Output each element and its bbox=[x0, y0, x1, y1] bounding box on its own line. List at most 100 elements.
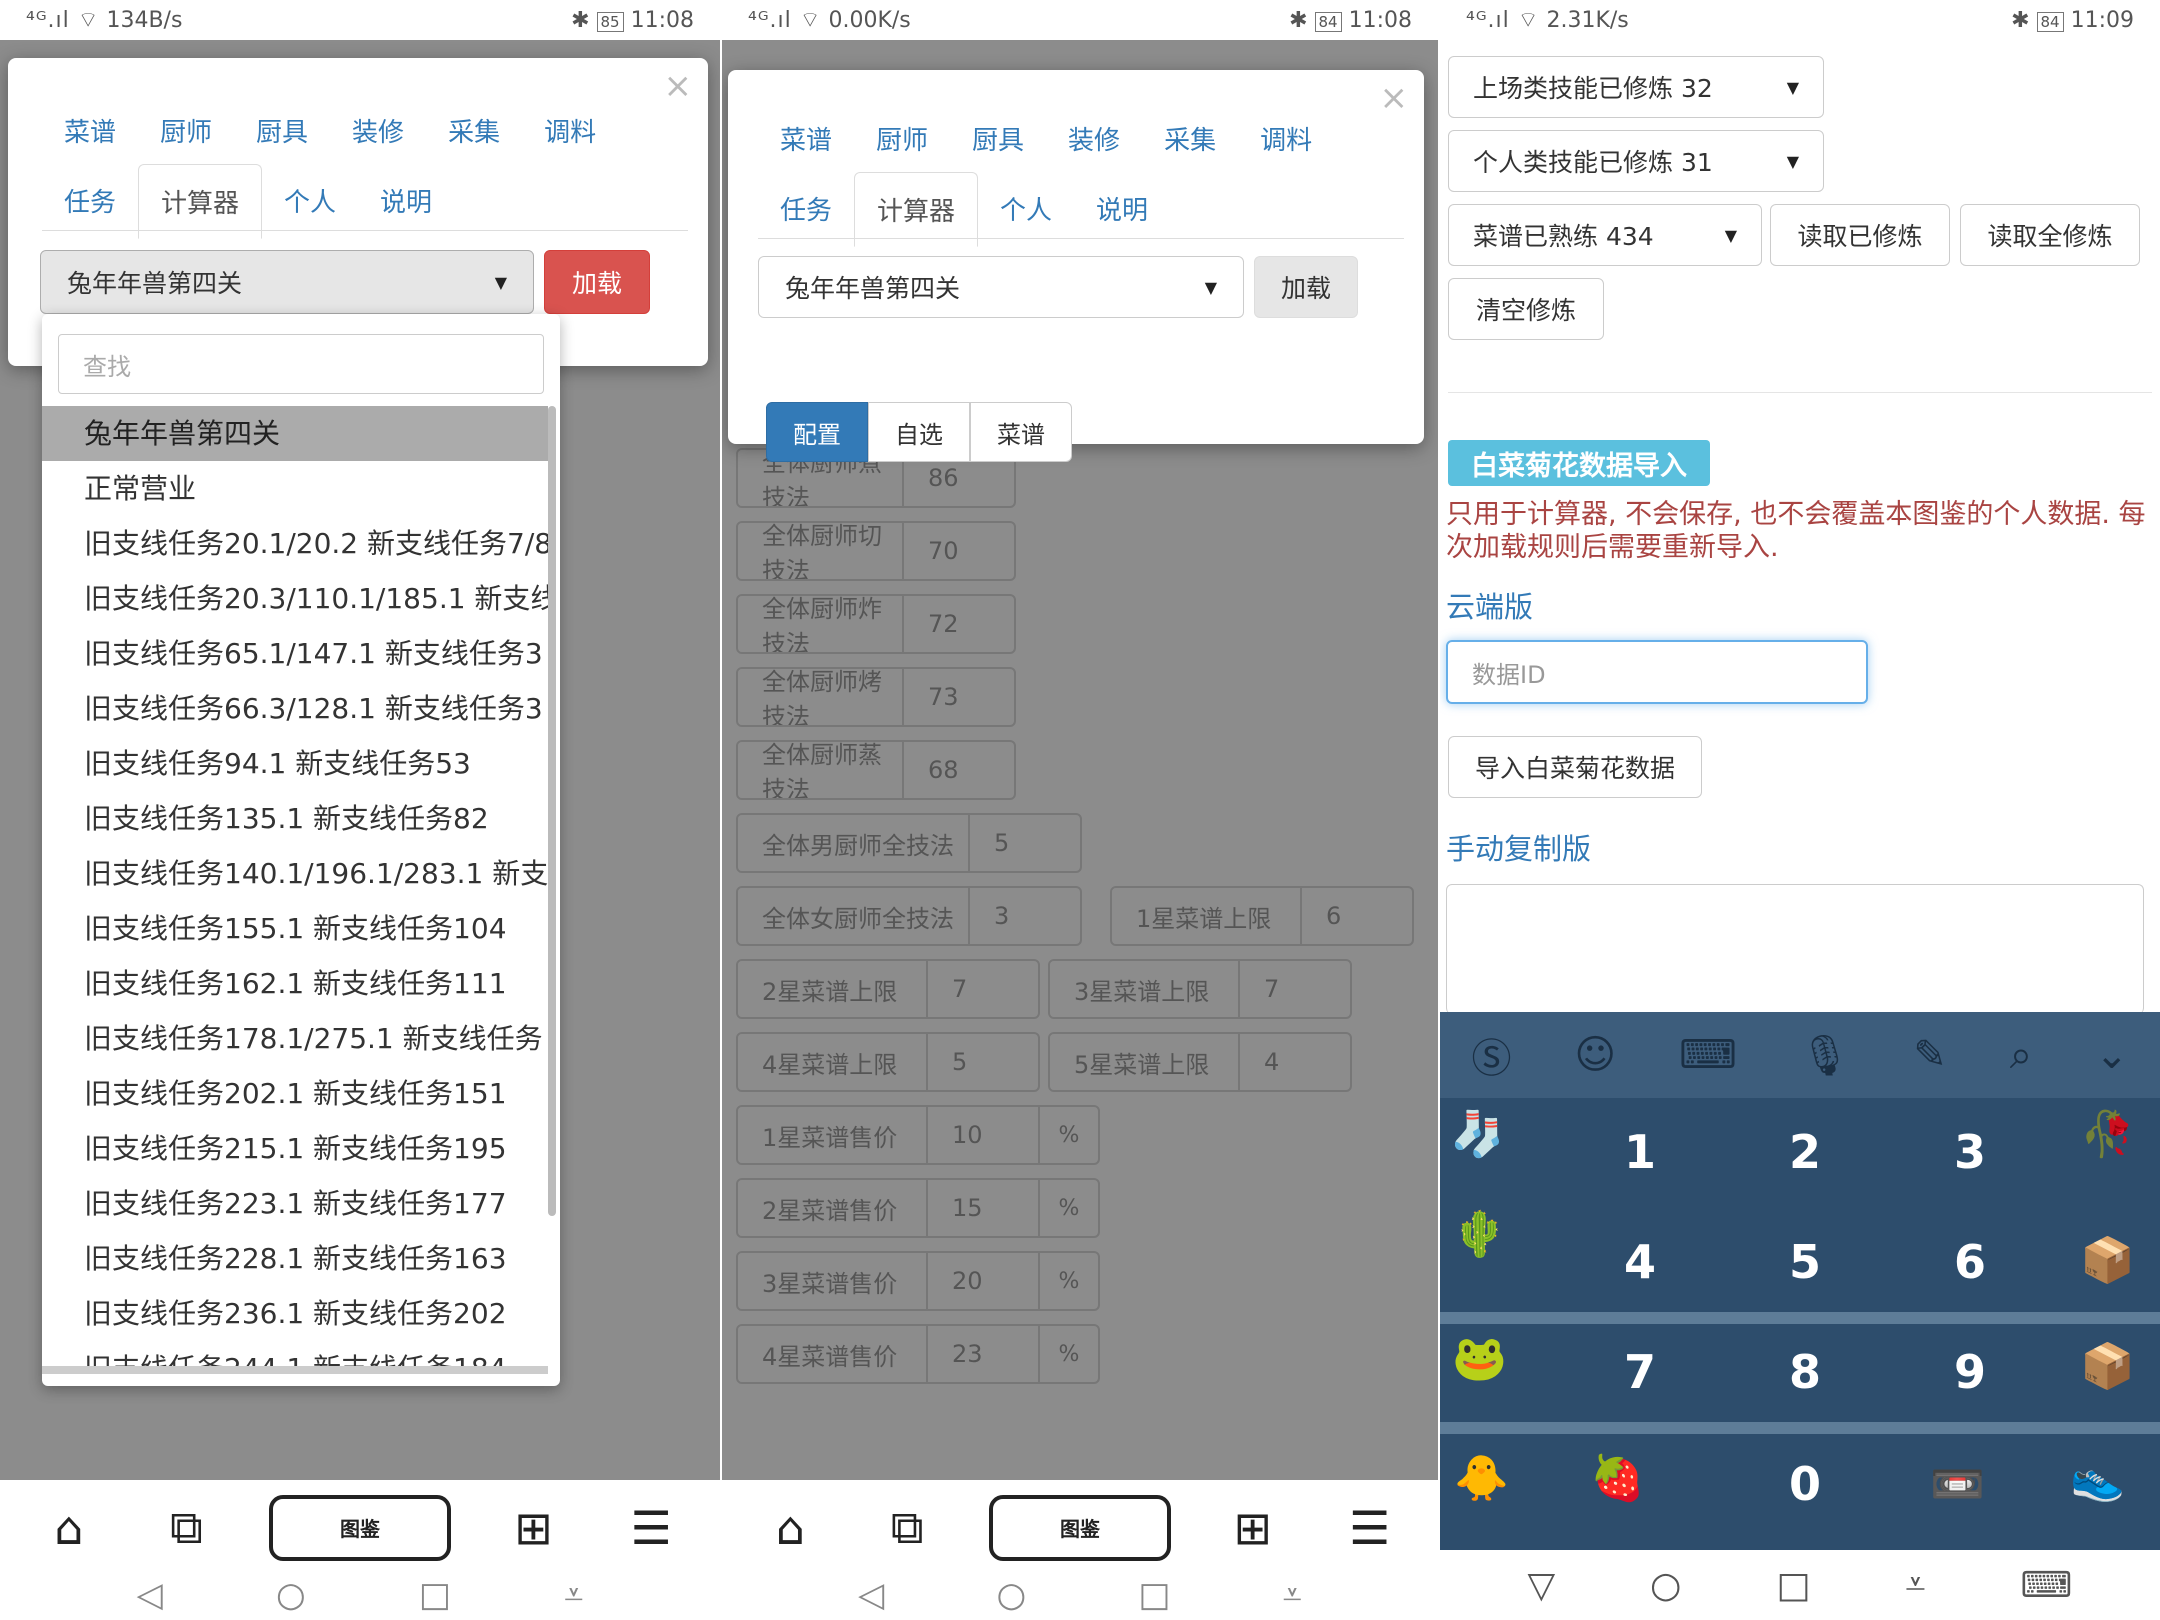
tabs-icon[interactable]: ⧉ bbox=[872, 1500, 942, 1556]
enter-key-icon[interactable]: 👟 bbox=[2070, 1452, 2125, 1504]
number-key[interactable]: 9 bbox=[1910, 1332, 2030, 1412]
tab-item[interactable]: 调料 bbox=[522, 94, 618, 167]
keyboard-layout-icon[interactable]: ⌨ bbox=[1679, 1032, 1737, 1078]
config-value-input[interactable]: 20 bbox=[928, 1253, 1038, 1309]
load-button[interactable]: 加载 bbox=[1254, 256, 1358, 318]
dropdown-option[interactable]: 旧支线任务228.1 新支线任务163 bbox=[42, 1231, 548, 1286]
recents-icon[interactable]: □ bbox=[419, 1575, 451, 1615]
recents-icon[interactable]: □ bbox=[1776, 1565, 1810, 1606]
collapse-icon[interactable]: ⌄ bbox=[2095, 1032, 2129, 1078]
tab-item[interactable]: 调料 bbox=[1238, 102, 1334, 175]
frog-plus-icon[interactable]: 🐸 bbox=[1452, 1332, 1507, 1384]
at-key-icon[interactable]: 📦 bbox=[2080, 1340, 2135, 1392]
tab-item[interactable]: 说明 bbox=[358, 164, 454, 239]
view-button[interactable]: 配置 bbox=[766, 402, 868, 462]
config-value-input[interactable]: 23 bbox=[928, 1326, 1038, 1382]
tujian-button[interactable]: 图鉴 bbox=[268, 1494, 451, 1561]
number-key[interactable]: 0 bbox=[1745, 1444, 1865, 1524]
dropdown-option[interactable]: 正常营业 bbox=[42, 461, 548, 516]
config-value-input[interactable]: 15 bbox=[928, 1180, 1038, 1236]
menu-icon[interactable]: ☰ bbox=[1335, 1501, 1405, 1555]
manual-data-textarea[interactable] bbox=[1446, 884, 2144, 1014]
home-circle-icon[interactable]: ○ bbox=[276, 1575, 306, 1615]
menu-icon[interactable]: ☰ bbox=[616, 1501, 686, 1555]
notification-pull-icon[interactable]: ⩡ bbox=[564, 1575, 583, 1615]
dot-key-icon[interactable]: 📦 bbox=[2080, 1234, 2135, 1286]
dropdown-search-input[interactable]: 查找 bbox=[58, 334, 544, 394]
dropdown-option[interactable]: 旧支线任务20.3/110.1/185.1 新支线 bbox=[42, 571, 548, 626]
config-value-input[interactable]: 7 bbox=[1240, 961, 1350, 1017]
number-key[interactable]: 8 bbox=[1745, 1332, 1865, 1412]
dropdown-option[interactable]: 旧支线任务215.1 新支线任务195 bbox=[42, 1121, 548, 1176]
tab-item[interactable]: 采集 bbox=[1142, 102, 1238, 175]
dropdown-option[interactable]: 旧支线任务66.3/128.1 新支线任务3 bbox=[42, 681, 548, 736]
backspace-plant-icon[interactable]: 🥀 bbox=[2080, 1108, 2135, 1160]
config-value-input[interactable]: 3 bbox=[970, 888, 1080, 944]
read-trained-button[interactable]: 读取已修炼 bbox=[1770, 204, 1950, 266]
apps-grid-icon[interactable]: ⊞ bbox=[499, 1501, 569, 1555]
sogou-logo-icon[interactable]: Ⓢ bbox=[1471, 1026, 1511, 1084]
view-button[interactable]: 菜谱 bbox=[970, 402, 1072, 462]
notification-pull-icon[interactable]: ⩡ bbox=[1283, 1575, 1302, 1615]
config-value-input[interactable]: 72 bbox=[904, 596, 1014, 652]
config-value-input[interactable]: 5 bbox=[970, 815, 1080, 871]
number-key[interactable]: 1 bbox=[1580, 1112, 1700, 1192]
config-value-input[interactable]: 73 bbox=[904, 669, 1014, 725]
home-circle-icon[interactable]: ○ bbox=[996, 1575, 1026, 1615]
tab-item[interactable]: 装修 bbox=[330, 94, 426, 167]
tab-item[interactable]: 菜谱 bbox=[758, 102, 854, 175]
apps-grid-icon[interactable]: ⊞ bbox=[1218, 1501, 1288, 1555]
search-icon[interactable]: ⌕ bbox=[2010, 1032, 2032, 1078]
config-value-input[interactable]: 6 bbox=[1302, 888, 1412, 944]
strawberry-key-icon[interactable]: 🍓 bbox=[1590, 1452, 1645, 1504]
skill-select-personal[interactable]: 个人类技能已修炼 31 ▼ bbox=[1448, 130, 1824, 192]
tab-item[interactable]: 厨师 bbox=[854, 102, 950, 175]
tab-item[interactable]: 厨师 bbox=[138, 94, 234, 167]
tab-item[interactable]: 任务 bbox=[758, 172, 854, 247]
back-icon[interactable]: ◁ bbox=[137, 1575, 163, 1615]
tab-item[interactable]: 装修 bbox=[1046, 102, 1142, 175]
config-value-input[interactable]: 5 bbox=[928, 1034, 1038, 1090]
symbol-key-icon[interactable]: 🐥 bbox=[1454, 1452, 1509, 1504]
load-button[interactable]: 加载 bbox=[544, 250, 650, 314]
cactus-slash-icon[interactable]: 🌵 bbox=[1452, 1208, 1507, 1260]
home-icon[interactable]: ⌂ bbox=[34, 1501, 104, 1555]
number-key[interactable]: 2 bbox=[1745, 1112, 1865, 1192]
percent-sock-icon[interactable]: 🧦 bbox=[1450, 1108, 1505, 1160]
tab-item[interactable]: 厨具 bbox=[234, 94, 330, 167]
data-id-input[interactable]: 数据ID bbox=[1446, 640, 1868, 704]
number-key[interactable]: 7 bbox=[1580, 1332, 1700, 1412]
clear-training-button[interactable]: 清空修炼 bbox=[1448, 278, 1604, 340]
dropdown-option[interactable]: 旧支线任务202.1 新支线任务151 bbox=[42, 1066, 548, 1121]
number-key[interactable]: 4 bbox=[1580, 1222, 1700, 1302]
config-value-input[interactable]: 7 bbox=[928, 961, 1038, 1017]
space-key-icon[interactable]: 📼 bbox=[1930, 1458, 1985, 1510]
tab-item[interactable]: 菜谱 bbox=[42, 94, 138, 167]
dropdown-option[interactable]: 旧支线任务223.1 新支线任务177 bbox=[42, 1176, 548, 1231]
back-icon[interactable]: ◁ bbox=[858, 1575, 884, 1615]
view-button[interactable]: 自选 bbox=[868, 402, 970, 462]
dropdown-option[interactable]: 旧支线任务244.1 新支线任务184 bbox=[42, 1341, 548, 1366]
dropdown-option[interactable]: 旧支线任务94.1 新支线任务53 bbox=[42, 736, 548, 791]
tab-item[interactable]: 采集 bbox=[426, 94, 522, 167]
dropdown-option[interactable]: 旧支线任务20.1/20.2 新支线任务7/8 bbox=[42, 516, 548, 571]
dropdown-option[interactable]: 旧支线任务155.1 新支线任务104 bbox=[42, 901, 548, 956]
keyboard-switch-icon[interactable]: ⌨ bbox=[2021, 1565, 2073, 1606]
dropdown-option[interactable]: 旧支线任务140.1/196.1/283.1 新支线 bbox=[42, 846, 548, 901]
handwriting-icon[interactable]: ✎ bbox=[1913, 1032, 1947, 1078]
config-value-input[interactable]: 70 bbox=[904, 523, 1014, 579]
config-value-input[interactable]: 4 bbox=[1240, 1034, 1350, 1090]
home-circle-icon[interactable]: ○ bbox=[1650, 1565, 1681, 1606]
tab-item[interactable]: 厨具 bbox=[950, 102, 1046, 175]
tabs-icon[interactable]: ⧉ bbox=[151, 1500, 221, 1556]
dropdown-option[interactable]: 旧支线任务135.1 新支线任务82 bbox=[42, 791, 548, 846]
read-all-trained-button[interactable]: 读取全修炼 bbox=[1960, 204, 2140, 266]
recipe-mastery-select[interactable]: 菜谱已熟练 434 ▼ bbox=[1448, 204, 1762, 266]
dropdown-option[interactable]: 旧支线任务178.1/275.1 新支线任务 bbox=[42, 1011, 548, 1066]
horizontal-scrollbar[interactable] bbox=[42, 1366, 548, 1374]
config-value-input[interactable]: 68 bbox=[904, 742, 1014, 798]
notification-pull-icon[interactable]: ⩡ bbox=[1905, 1564, 1925, 1606]
number-key[interactable]: 6 bbox=[1910, 1222, 2030, 1302]
number-key[interactable]: 5 bbox=[1745, 1222, 1865, 1302]
recents-icon[interactable]: □ bbox=[1138, 1575, 1170, 1615]
